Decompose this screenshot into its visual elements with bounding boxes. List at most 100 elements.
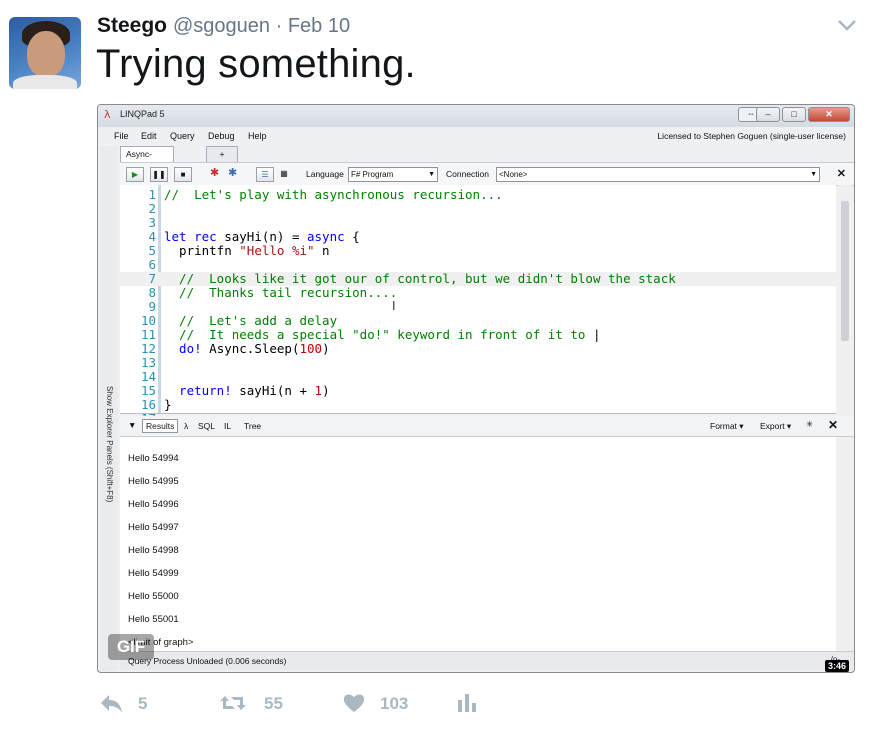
chevron-down-icon: ▼	[810, 171, 817, 178]
menu-query[interactable]: Query	[170, 131, 195, 141]
menu-edit[interactable]: Edit	[141, 131, 157, 141]
line-number: 15	[140, 383, 156, 398]
output-line: Hello 54995	[128, 476, 179, 487]
line-text: // It needs a special "do!" keyword in f…	[164, 327, 601, 342]
retweet-icon[interactable]	[218, 686, 248, 720]
line-number: 13	[140, 355, 156, 370]
gif-duration: 3:46	[825, 660, 850, 672]
line-text: // Looks like it got our of control, but…	[164, 272, 676, 286]
line-number: 16	[140, 397, 156, 412]
query-toolbar: ▶ ❚❚ ■ ✱ ✱ ☰ ▦ Language F# Program ▼ Conn…	[120, 162, 854, 186]
output-line: Hello 54998	[128, 545, 179, 556]
output-line: Hello 54994	[128, 453, 179, 464]
line-text: // Let's add a delay	[164, 314, 337, 328]
scroll-thumb[interactable]	[841, 201, 849, 341]
line-text: let rec sayHi(n) = async {	[164, 230, 360, 244]
output-line: Hello 54997	[128, 522, 179, 533]
close-button[interactable]: ✕	[808, 107, 850, 122]
license-text: Licensed to Stephen Goguen (single-user …	[657, 131, 846, 141]
author-avatar[interactable]	[9, 17, 81, 89]
run-button[interactable]: ▶	[126, 167, 144, 182]
results-output: Hello 54994 Hello 54995 Hello 54996 Hello 5…	[120, 437, 852, 652]
window-title: LINQPad 5	[120, 109, 165, 119]
explorer-panel-toggle[interactable]: Show Explorer Panels (Shift+F8)	[100, 146, 118, 671]
tab-results[interactable]: Results	[142, 419, 179, 433]
code-token: printfn	[164, 243, 240, 258]
code-token: 1	[314, 383, 323, 398]
chevron-down-icon[interactable]	[836, 17, 858, 33]
menu-help[interactable]: Help	[248, 131, 267, 141]
minimize-button[interactable]: –	[756, 107, 780, 122]
line-number: 6	[148, 257, 156, 272]
line-text: // Thanks tail recursion....	[164, 286, 397, 300]
chevron-down-icon: ▼	[428, 171, 435, 178]
tab-lambda[interactable]: λ	[184, 421, 188, 431]
line-text: return! sayHi(n + 1)	[164, 384, 330, 398]
results-scrollbar[interactable]	[838, 437, 852, 652]
export-menu[interactable]: Export ▾	[760, 421, 791, 432]
connection-select[interactable]: <None> ▼	[496, 167, 820, 182]
code-editor[interactable]: 1 // Let's play with asynchronous recursi…	[120, 185, 852, 426]
rich-text-view-icon[interactable]: ☰	[256, 167, 274, 182]
maximize-button[interactable]: □	[782, 107, 806, 122]
line-number: 12	[140, 341, 156, 356]
grid-view-icon[interactable]: ▦	[276, 167, 292, 180]
author-name[interactable]: Steego	[97, 14, 167, 38]
close-results-icon[interactable]: ✕	[828, 418, 838, 432]
retweet-count: 55	[264, 694, 283, 713]
menubar: File Edit Query Debug Help Licensed to S…	[98, 128, 854, 144]
line-number: 3	[148, 215, 156, 230]
tab-async-recursion[interactable]: Async-Recursion*	[120, 146, 174, 174]
tweet-actions: 5 55 103	[0, 686, 869, 720]
tab-il[interactable]: IL	[224, 421, 231, 431]
window-controls: – □ ✕	[756, 107, 850, 122]
sidebar-label: Show Explorer Panels (Shift+F8)	[105, 386, 114, 503]
like-count: 103	[380, 694, 409, 713]
line-number: 8	[148, 285, 156, 300]
heart-icon[interactable]	[342, 686, 366, 720]
code-token: let rec	[164, 229, 217, 244]
output-line: Hello 55000	[128, 591, 179, 602]
tab-tree[interactable]: Tree	[244, 421, 261, 431]
close-query-icon[interactable]: ✕	[837, 167, 846, 180]
pause-button[interactable]: ❚❚	[150, 167, 168, 182]
code-token: sayHi(n +	[231, 383, 315, 398]
code-token: do!	[164, 341, 202, 356]
reply-icon[interactable]	[98, 686, 124, 720]
line-number: 14	[140, 369, 156, 384]
analytics-icon[interactable]	[456, 686, 478, 720]
menu-debug[interactable]: Debug	[208, 131, 235, 141]
collapse-results-icon[interactable]: ▼	[128, 420, 136, 430]
tab-sql[interactable]: SQL	[198, 421, 215, 431]
avatar-face	[27, 31, 65, 77]
code-token: 100	[299, 341, 323, 356]
code-token: {	[344, 229, 360, 244]
code-token: async	[307, 229, 345, 244]
author-handle-date[interactable]: @sgoguen · Feb 10	[173, 15, 350, 38]
code-token: // Looks like it got our of control, but…	[164, 271, 676, 286]
code-token: return!	[164, 383, 232, 398]
tweet-text: Trying something.	[96, 42, 416, 86]
new-tab-button[interactable]: +	[206, 146, 238, 162]
gutter-margin	[158, 185, 161, 413]
line-text: printfn "Hello %i" n	[164, 244, 330, 258]
format-menu[interactable]: Format ▾	[710, 421, 744, 432]
line-number: 2	[148, 201, 156, 216]
language-label: Language	[306, 169, 344, 179]
language-select[interactable]: F# Program ▼	[348, 167, 438, 182]
debug-break-icon[interactable]: ✱	[228, 166, 237, 179]
code-token: // Let's add a delay	[164, 313, 338, 328]
stop-button[interactable]: ■	[174, 167, 192, 182]
output-line: Hello 54996	[128, 499, 179, 510]
reply-count: 5	[138, 694, 148, 713]
code-token: |	[592, 327, 601, 342]
tweet-media-gif[interactable]: λ LINQPad 5 ⇔ – □ ✕ File Edit Query Debu…	[97, 104, 855, 673]
results-bar: ▼ Results λ SQL IL Tree Format ▾ Export …	[120, 416, 854, 437]
line-number: 1	[148, 187, 156, 202]
editor-scrollbar[interactable]	[838, 185, 852, 413]
code-token: }	[164, 397, 172, 412]
output-line: Hello 55001	[128, 614, 179, 625]
menu-file[interactable]: File	[114, 131, 129, 141]
line-text: // Let's play with asynchronous recursio…	[164, 188, 503, 202]
debug-bug-icon[interactable]: ✱	[210, 166, 219, 179]
